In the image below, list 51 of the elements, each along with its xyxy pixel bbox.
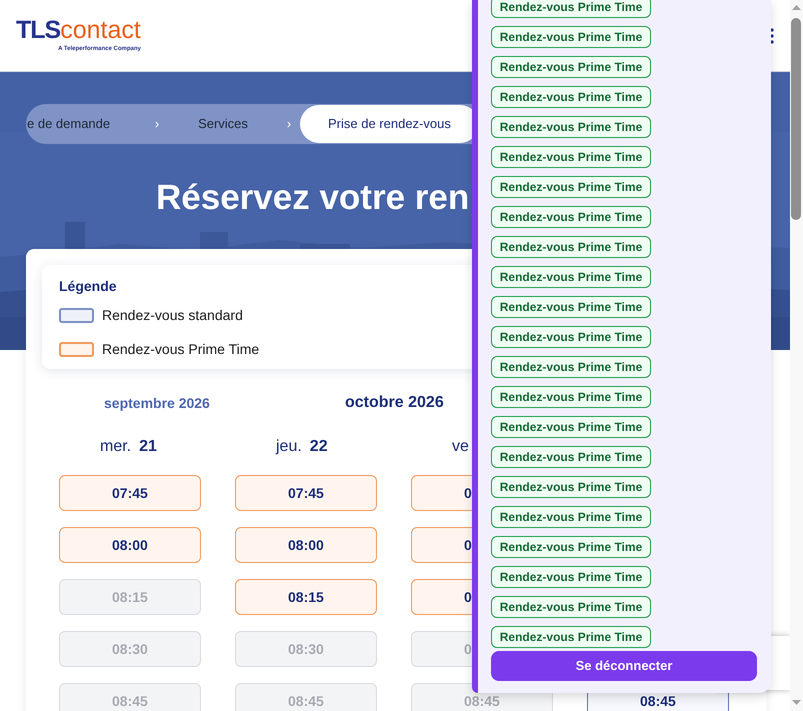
slot-tag[interactable]: Rendez-vous Prime Time <box>491 356 651 378</box>
slot-tag[interactable]: Rendez-vous Prime Time <box>491 386 651 408</box>
slot-tag[interactable]: Rendez-vous Prime Time <box>491 266 651 288</box>
slot-tag[interactable]: Rendez-vous Prime Time <box>491 56 651 78</box>
slot-tag[interactable]: Rendez-vous Prime Time <box>491 416 651 438</box>
time-slot[interactable]: 08:15 <box>235 579 377 615</box>
scrollbar-thumb[interactable] <box>791 18 801 220</box>
slot-tag[interactable]: Rendez-vous Prime Time <box>491 506 651 528</box>
slot-tag[interactable]: Rendez-vous Prime Time <box>491 296 651 318</box>
time-slot[interactable]: 07:45 <box>235 475 377 511</box>
slot-tag[interactable]: Rendez-vous Prime Time <box>491 146 651 168</box>
slot-tag[interactable]: Rendez-vous Prime Time <box>491 116 651 138</box>
month-tab[interactable]: octobre 2026 <box>345 391 444 415</box>
time-slot[interactable]: 07:45 <box>59 475 201 511</box>
legend-label: Rendez-vous Prime Time <box>102 340 260 359</box>
slot-tag[interactable]: Rendez-vous Prime Time <box>491 626 651 648</box>
page-title: Réservez votre ren <box>156 180 470 214</box>
slot-tag[interactable]: Rendez-vous Prime Time <box>491 176 651 198</box>
scrollbar[interactable] <box>790 0 803 711</box>
slot-tag[interactable]: Rendez-vous Prime Time <box>491 446 651 468</box>
slot-tag[interactable]: Rendez-vous Prime Time <box>491 566 651 588</box>
slot-tag[interactable]: Rendez-vous Prime Time <box>491 86 651 108</box>
breadcrumb-step[interactable]: e de demande <box>26 105 146 143</box>
slot-tag[interactable]: Rendez-vous Prime Time <box>491 26 651 48</box>
legend-swatch <box>59 342 94 357</box>
chevron-icon: › <box>146 114 168 134</box>
slot-tag[interactable]: Rendez-vous Prime Time <box>491 326 651 348</box>
day-label: mer. <box>100 437 132 457</box>
logo-text: contact <box>60 18 141 42</box>
legend-title: Légende <box>59 277 117 296</box>
slot-tag[interactable]: Rendez-vous Prime Time <box>491 476 651 498</box>
day-label: jeu. <box>276 437 302 457</box>
day-label: ve <box>452 437 469 457</box>
chevron-icon: › <box>278 114 300 134</box>
legend-label: Rendez-vous standard <box>102 306 243 325</box>
day-number: 21 <box>139 437 157 457</box>
legend-swatch <box>59 308 94 323</box>
slot-tag[interactable]: Rendez-vous Prime Time <box>491 236 651 258</box>
time-slot[interactable]: 08:00 <box>235 527 377 563</box>
scroll-down-icon[interactable] <box>792 700 801 705</box>
slot-tag[interactable]: Rendez-vous Prime Time <box>491 536 651 558</box>
slot-tag[interactable]: Rendez-vous Prime Time <box>491 0 651 18</box>
logout-button[interactable]: Se déconnecter <box>491 651 757 681</box>
day-number: 22 <box>310 437 328 457</box>
logo-text: TLS <box>16 18 60 42</box>
scroll-up-icon[interactable] <box>792 5 801 10</box>
time-slot[interactable]: 08:00 <box>59 527 201 563</box>
breadcrumb-step[interactable]: Services <box>168 105 278 143</box>
month-tab[interactable]: septembre 2026 <box>104 391 210 415</box>
slot-tag[interactable]: Rendez-vous Prime Time <box>491 596 651 618</box>
slot-tag[interactable]: Rendez-vous Prime Time <box>491 206 651 228</box>
